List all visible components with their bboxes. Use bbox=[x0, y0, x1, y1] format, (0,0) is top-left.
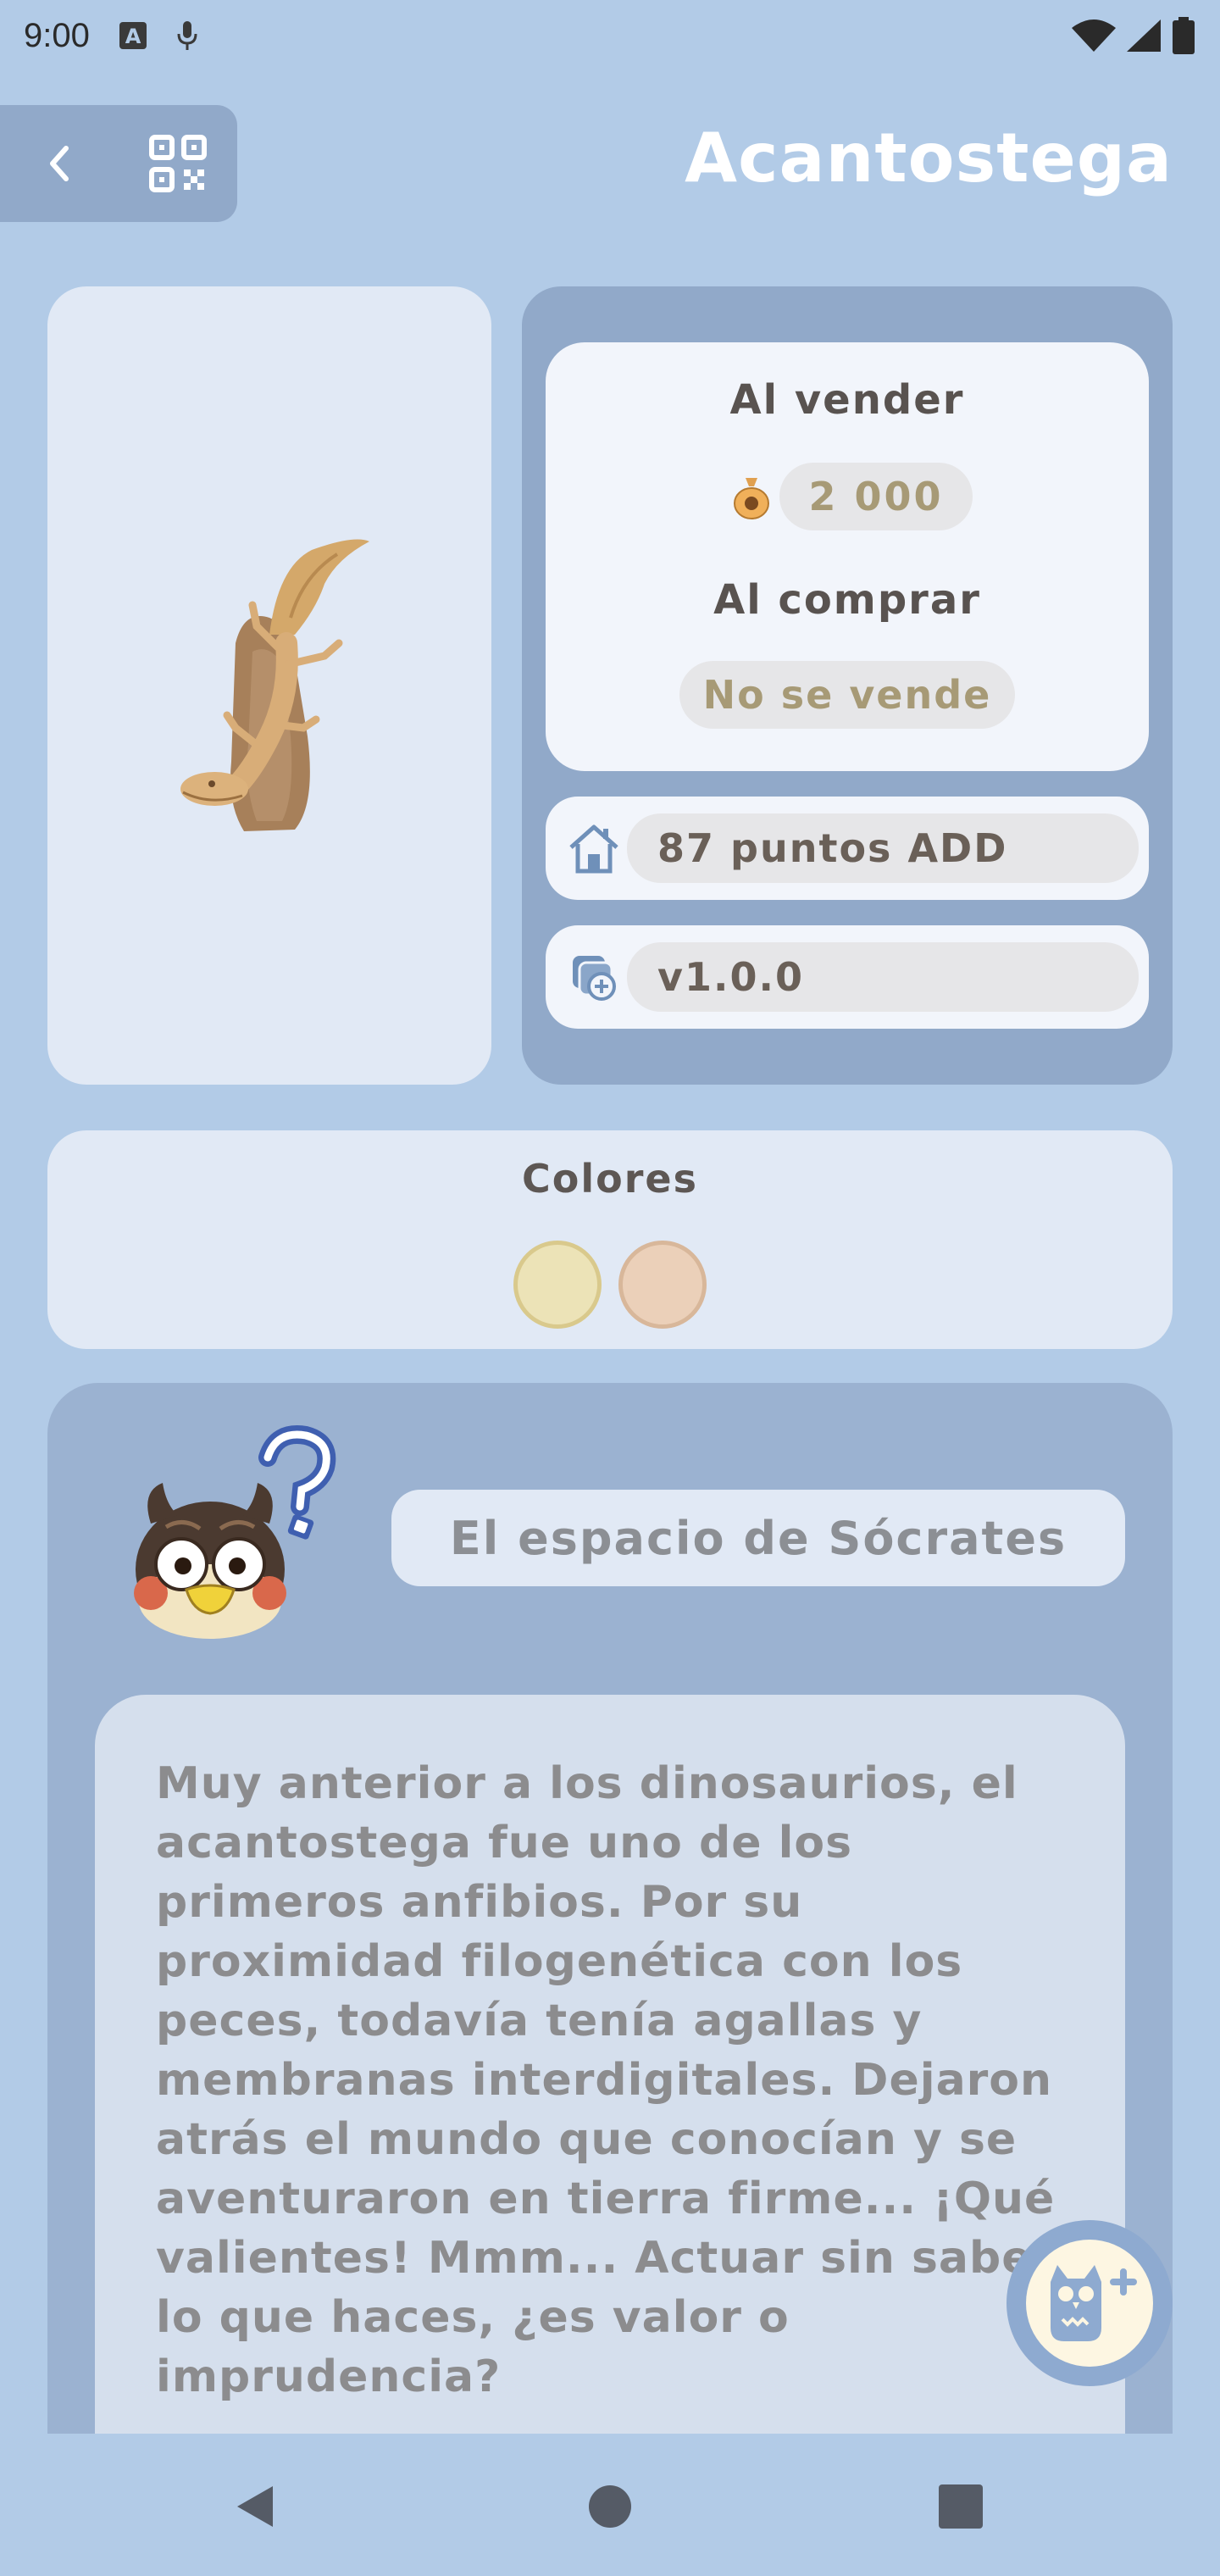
page-title: Acantostega bbox=[685, 119, 1173, 197]
qr-code-button[interactable] bbox=[119, 105, 237, 222]
header-actions bbox=[0, 105, 237, 222]
colors-card: Colores bbox=[47, 1130, 1173, 1349]
bell-bag-icon bbox=[734, 478, 769, 519]
mic-icon bbox=[177, 21, 197, 50]
museum-description-panel: El espacio de Sócrates Muy anterior a lo… bbox=[47, 1383, 1173, 2434]
nav-recents-icon[interactable] bbox=[935, 2481, 986, 2532]
nav-back-icon[interactable] bbox=[229, 2481, 280, 2532]
sell-price-chip: 2 000 bbox=[779, 463, 973, 530]
blathers-owl-icon bbox=[134, 1425, 336, 1639]
keyboard-a-icon: A bbox=[119, 22, 147, 49]
acanthostega-fossil-image bbox=[180, 539, 369, 831]
signal-icon bbox=[1127, 19, 1161, 52]
color-swatch-yellow bbox=[513, 1241, 602, 1329]
buy-value-chip: No se vende bbox=[679, 661, 1015, 729]
status-time: 9:00 bbox=[24, 16, 90, 54]
wifi-icon bbox=[1072, 19, 1116, 52]
version-value: v1.0.0 bbox=[627, 942, 1139, 1012]
status-bar: 9:00 A bbox=[0, 0, 1220, 71]
battery-icon bbox=[1173, 17, 1195, 54]
back-button[interactable] bbox=[0, 105, 119, 222]
svg-text:A: A bbox=[125, 25, 141, 48]
buy-label: Al comprar bbox=[713, 576, 981, 624]
quote-text: Muy anterior a los dinosaurios, el acant… bbox=[156, 1758, 1056, 2402]
sell-label: Al vender bbox=[729, 376, 965, 424]
version-layers-icon bbox=[573, 956, 616, 1001]
speaker-label: El espacio de Sócrates bbox=[391, 1490, 1125, 1586]
system-nav-bar bbox=[0, 2434, 1220, 2576]
colors-title: Colores bbox=[522, 1156, 698, 1202]
hha-points-value: 87 puntos ADD bbox=[627, 813, 1139, 883]
nav-home-icon[interactable] bbox=[585, 2481, 635, 2532]
color-swatch-beige bbox=[618, 1241, 707, 1329]
add-owl-fab[interactable] bbox=[1006, 2220, 1173, 2386]
price-card: Al vender 2 000 Al comprar No se vende bbox=[546, 342, 1149, 771]
version-row: v1.0.0 bbox=[546, 925, 1149, 1029]
owl-add-icon bbox=[1051, 2265, 1137, 2341]
quote-card: Muy anterior a los dinosaurios, el acant… bbox=[95, 1695, 1125, 2434]
item-info-panel: Al vender 2 000 Al comprar No se vende 8… bbox=[522, 286, 1173, 1085]
chevron-left-icon bbox=[50, 146, 69, 181]
qr-code-icon bbox=[149, 135, 207, 192]
hha-points-row: 87 puntos ADD bbox=[546, 797, 1149, 900]
item-image-card bbox=[47, 286, 491, 1085]
house-icon bbox=[569, 824, 618, 874]
